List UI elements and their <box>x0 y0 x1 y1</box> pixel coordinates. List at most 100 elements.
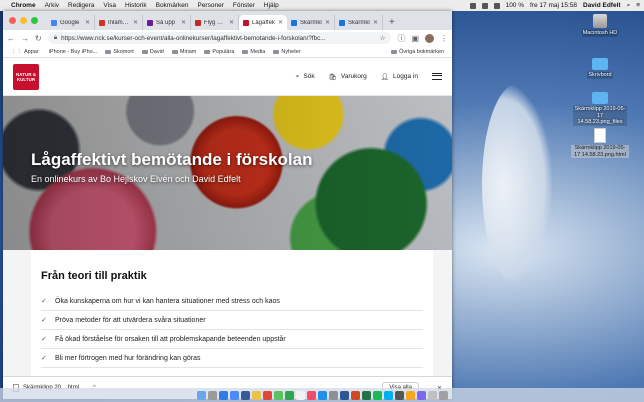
info-icon[interactable]: ⓘ <box>397 33 405 44</box>
tab-google[interactable]: Google ✕ <box>47 15 95 30</box>
terminal-icon[interactable] <box>394 390 404 400</box>
preview-icon[interactable] <box>405 390 415 400</box>
back-icon[interactable]: ← <box>7 34 15 43</box>
search-link[interactable]: ⌕ Sök <box>296 73 315 81</box>
dock <box>0 388 644 402</box>
new-tab-button[interactable]: + <box>383 17 401 30</box>
music-icon[interactable] <box>306 390 316 400</box>
bookmark-populara[interactable]: Populära <box>204 49 234 55</box>
tab-label: Inlämning <box>108 19 131 26</box>
spotlight-icon[interactable]: ⌕ <box>627 2 631 10</box>
status-icon[interactable] <box>469 2 476 9</box>
menu-fonster[interactable]: Fönster <box>233 2 255 9</box>
facetime-icon[interactable] <box>284 390 294 400</box>
settings-icon[interactable] <box>328 390 338 400</box>
bookmark-skomort[interactable]: Skomort <box>105 49 134 55</box>
tab-close-icon[interactable]: ✕ <box>373 19 378 26</box>
menu-redigera[interactable]: Redigera <box>68 2 94 9</box>
folder-icon <box>592 58 608 70</box>
tab-label: Google <box>60 19 80 26</box>
close-window-button[interactable] <box>9 17 16 24</box>
notes-icon[interactable] <box>251 390 261 400</box>
volume-icon[interactable] <box>493 2 500 9</box>
tab-close-icon[interactable]: ✕ <box>133 19 138 26</box>
login-link[interactable]: 👤︎ Logga in <box>381 73 418 81</box>
bookmark-star-icon[interactable]: ☆ <box>380 35 386 42</box>
launchpad-icon[interactable] <box>207 390 217 400</box>
tab-close-icon[interactable]: ✕ <box>85 19 90 26</box>
skype-icon[interactable] <box>383 390 393 400</box>
safari-icon[interactable] <box>218 390 228 400</box>
tab-skarmklipp-1[interactable]: Skärmkl ✕ <box>287 15 335 30</box>
desktop-icon-png-html[interactable]: Skärmklipp 2019-05-17 14.58.23.png.html <box>568 128 632 158</box>
site-logo[interactable]: NATUR & KULTUR <box>13 63 39 90</box>
bookmark-label: Övriga bokmärken <box>399 48 444 55</box>
tab-close-icon[interactable]: ✕ <box>181 19 186 26</box>
tab-lagaffektivt[interactable]: Lågaffek ✕ <box>239 15 287 30</box>
bookmark-david[interactable]: David <box>141 49 164 55</box>
calendar-icon[interactable] <box>262 390 272 400</box>
maximize-window-button[interactable] <box>31 17 38 24</box>
tab-sa-upp[interactable]: Så upp ✕ <box>143 15 191 30</box>
bookmark-iphone[interactable]: iPhone - Buy iPho... <box>47 49 98 55</box>
appstore-icon[interactable] <box>317 390 327 400</box>
minimize-window-button[interactable] <box>20 17 27 24</box>
messages-icon[interactable] <box>273 390 283 400</box>
menu-hjalp[interactable]: Hjälp <box>264 2 279 9</box>
excel-icon[interactable] <box>361 390 371 400</box>
user-name[interactable]: David Edfelt <box>583 2 621 9</box>
menu-list-icon[interactable]: ≡ <box>636 2 640 9</box>
cart-link[interactable]: 🛍︎ Varukorg <box>329 73 367 81</box>
tab-label: Skärmkl <box>348 19 370 26</box>
app-icon[interactable] <box>416 390 426 400</box>
finder-icon[interactable] <box>196 390 206 400</box>
more-menu-icon[interactable]: ⋮ <box>440 34 448 43</box>
address-bar[interactable]: 🔒︎ https://www.nck.se/kurser-och-event/a… <box>47 32 392 44</box>
desktop-icon-label: Skärmklipp 2019-05-17 14.58.23.png.html <box>571 145 629 158</box>
bookmark-miriam[interactable]: Miriam <box>171 48 197 55</box>
photos-icon[interactable] <box>295 390 305 400</box>
bookmark-other[interactable]: Övriga bokmärken <box>391 49 444 55</box>
menu-personer[interactable]: Personer <box>197 2 223 9</box>
battery-percent[interactable]: 100 % <box>506 2 524 9</box>
chrome-icon[interactable] <box>229 390 239 400</box>
hamburger-menu-icon[interactable] <box>432 73 442 80</box>
folder-icon <box>105 49 112 54</box>
tab-close-icon[interactable]: ✕ <box>278 19 283 26</box>
forward-icon[interactable]: → <box>21 34 29 43</box>
powerpoint-icon[interactable] <box>350 390 360 400</box>
menu-arkiv[interactable]: Arkiv <box>45 2 59 9</box>
course-info-card: Från teori till praktik ✓ Öka kunskaperna… <box>31 250 433 376</box>
bookmark-label: Miriam <box>179 48 197 55</box>
tab-close-icon[interactable]: ✕ <box>229 19 234 26</box>
clock[interactable]: fre 17 maj 15:58 <box>530 2 577 9</box>
spotify-icon[interactable] <box>372 390 382 400</box>
list-item-text: Få ökad förståelse för orsaken till att … <box>55 335 286 343</box>
desktop-icon-png-files[interactable]: Skärmklipp 2019-05-17 14.58.23.png_files <box>568 92 632 126</box>
tab-inlamning[interactable]: Inlämning✕ <box>95 15 143 30</box>
desktop-icon-skrivbord[interactable]: Skrivbord <box>568 58 632 79</box>
extension-icon[interactable]: ▣ <box>411 34 419 43</box>
wifi-icon[interactable] <box>481 2 488 9</box>
profile-avatar[interactable] <box>425 33 434 43</box>
tab-skarmklipp-2[interactable]: Skärmkl ✕ <box>335 15 383 30</box>
menu-app[interactable]: Chrome <box>11 2 36 9</box>
bookmark-nyheter[interactable]: Nyheter <box>273 49 301 55</box>
bookmark-media[interactable]: Media <box>242 49 265 55</box>
tab-flyg[interactable]: Flyg Hi... ✕ <box>191 15 239 30</box>
menu-visa[interactable]: Visa <box>103 2 116 9</box>
tab-close-icon[interactable]: ✕ <box>325 19 330 26</box>
tab-strip: Google✕ Inlämning✕ Så upp✕ Flyg Hi...✕ L… <box>3 11 452 30</box>
tab-favicon-icon <box>243 19 249 26</box>
desktop-icon-macintosh-hd[interactable]: Macintosh HD <box>568 14 632 37</box>
downloads-stack-icon[interactable] <box>427 390 437 400</box>
menu-historik[interactable]: Historik <box>125 2 147 9</box>
menu-bokmarken[interactable]: Bokmärken <box>156 2 189 9</box>
mail-icon[interactable] <box>240 390 250 400</box>
reload-icon[interactable]: ↻ <box>35 34 42 43</box>
browser-toolbar: ← → ↻ 🔒︎ https://www.nck.se/kurser-och-e… <box>3 30 452 46</box>
bookmark-apps[interactable]: ⋮⋮ Appar <box>11 49 39 55</box>
bookmark-label: iPhone - Buy iPho... <box>48 48 98 55</box>
word-icon[interactable] <box>339 390 349 400</box>
trash-icon[interactable] <box>438 390 448 400</box>
